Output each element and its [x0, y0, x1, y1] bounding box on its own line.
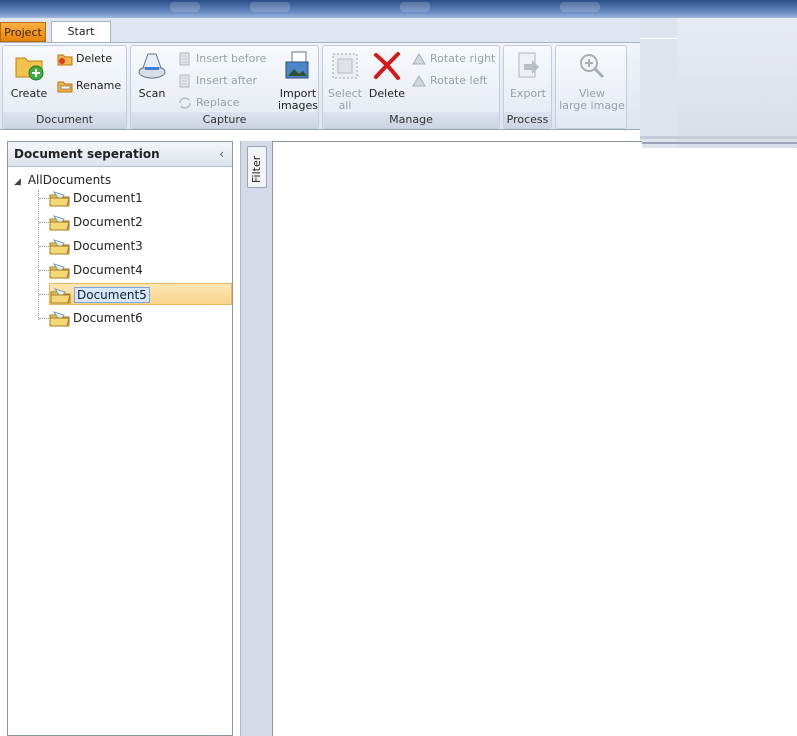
tree-item-label: Document4 — [73, 263, 143, 277]
panel-header: Document seperation ‹ — [8, 142, 232, 167]
select-all-icon — [332, 53, 358, 79]
document-folder-icon — [49, 190, 70, 206]
panel-title: Document seperation — [14, 147, 160, 161]
group-manage-label: Manage — [323, 112, 499, 128]
document-separation-panel: Document seperation ‹ ◢ AllDocuments Doc… — [7, 141, 233, 736]
content-divider — [640, 148, 797, 149]
delete-document-button[interactable]: Delete — [57, 50, 112, 68]
magnifier-icon — [580, 54, 605, 79]
select-all-button[interactable]: Select all — [327, 50, 363, 112]
rotate-right-icon — [412, 53, 426, 65]
tree-item-document[interactable]: Document5 — [49, 283, 232, 305]
tree-item-label: Document2 — [73, 215, 143, 229]
tree-item-label: Document5 — [74, 287, 150, 303]
insert-after-icon — [179, 74, 190, 88]
tree-connector-branch — [39, 198, 49, 200]
replace-icon — [179, 97, 191, 109]
tree-connector-branch — [39, 318, 49, 320]
create-folder-icon — [15, 57, 44, 81]
filter-tab[interactable]: Filter — [247, 146, 267, 188]
rotate-left-button[interactable]: Rotate left — [411, 72, 487, 90]
replace-label: Replace — [196, 96, 240, 109]
ribbon: Create Delete Rename Document Scan Inser… — [0, 42, 640, 130]
create-label: Create — [10, 87, 48, 100]
filter-strip — [240, 141, 272, 736]
delete-page-label: Delete — [368, 87, 406, 100]
rotate-right-label: Rotate right — [430, 52, 496, 65]
tree-item-document[interactable]: Document1 — [49, 187, 143, 209]
document-folder-icon — [49, 310, 70, 326]
image-preview-area[interactable] — [272, 141, 642, 736]
tree-item-label: Document6 — [73, 311, 143, 325]
rename-icon — [57, 81, 73, 93]
group-document-label: Document — [3, 112, 126, 128]
insert-before-button[interactable]: Insert before — [177, 50, 266, 68]
document-folder-icon — [49, 262, 70, 278]
rotate-left-label: Rotate left — [430, 74, 488, 87]
export-icon — [518, 52, 539, 78]
group-capture: Scan Insert before Insert after Replace — [130, 45, 319, 129]
delete-page-button[interactable]: Delete — [367, 50, 407, 100]
tree-root-alldocuments[interactable]: ◢ AllDocuments — [14, 172, 111, 188]
tree-item-label: Document1 — [73, 191, 143, 205]
scan-label: Scan — [138, 87, 166, 100]
rename-button[interactable]: Rename — [57, 77, 121, 95]
rotate-right-button[interactable]: Rotate right — [411, 50, 495, 68]
tree-item-document[interactable]: Document4 — [49, 259, 143, 281]
delete-document-label: Delete — [76, 52, 113, 65]
filter-label: Filter — [250, 155, 263, 183]
insert-after-label: Insert after — [196, 74, 258, 87]
tab-project[interactable]: Project — [0, 22, 46, 42]
tree-item-document[interactable]: Document2 — [49, 211, 143, 233]
tab-start[interactable]: Start — [51, 21, 111, 43]
group-process: Export Process — [503, 45, 552, 129]
tree-connector-branch — [39, 222, 49, 224]
view-large-label-2: large image — [559, 99, 625, 112]
tree-connector-line — [38, 190, 40, 320]
group-process-label: Process — [504, 112, 551, 128]
tree-connector-branch — [39, 270, 49, 272]
group-manage: Select all Delete Rotate right Rotate le… — [322, 45, 500, 129]
import-images-label-2: images — [278, 99, 318, 112]
import-images-icon — [285, 51, 309, 79]
background-window — [640, 18, 797, 148]
insert-before-icon — [179, 52, 190, 66]
group-document: Create Delete Rename Document — [2, 45, 127, 129]
insert-before-label: Insert before — [196, 52, 267, 65]
tree-item-document[interactable]: Document3 — [49, 235, 143, 257]
replace-button[interactable]: Replace — [177, 94, 240, 112]
delete-x-icon — [374, 52, 400, 80]
tree-connector-branch — [39, 294, 49, 296]
document-folder-icon — [49, 214, 70, 230]
tree-item-document[interactable]: Document6 — [49, 307, 143, 329]
expand-triangle-icon[interactable]: ◢ — [14, 174, 24, 190]
window-title-bar — [0, 0, 797, 18]
view-large-image-button[interactable]: View large image — [558, 50, 626, 112]
document-folder-icon — [50, 287, 71, 303]
delete-folder-icon — [57, 54, 73, 66]
insert-after-button[interactable]: Insert after — [177, 72, 257, 90]
group-capture-label: Capture — [131, 112, 318, 128]
tree-item-label: Document3 — [73, 239, 143, 253]
tree-root-label: AllDocuments — [27, 173, 112, 187]
rename-label: Rename — [76, 79, 122, 92]
scan-button[interactable]: Scan — [135, 50, 169, 100]
group-view: View large image — [555, 45, 627, 129]
scanner-icon — [138, 53, 166, 79]
collapse-panel-icon[interactable]: ‹ — [219, 142, 224, 166]
export-button[interactable]: Export — [508, 50, 548, 100]
create-button[interactable]: Create — [7, 50, 51, 100]
rotate-left-icon — [412, 75, 426, 87]
select-all-label-2: all — [338, 99, 352, 112]
document-folder-icon — [49, 238, 70, 254]
import-images-button[interactable]: Import images — [276, 50, 320, 112]
tree-connector-branch — [39, 246, 49, 248]
export-label: Export — [509, 87, 546, 100]
